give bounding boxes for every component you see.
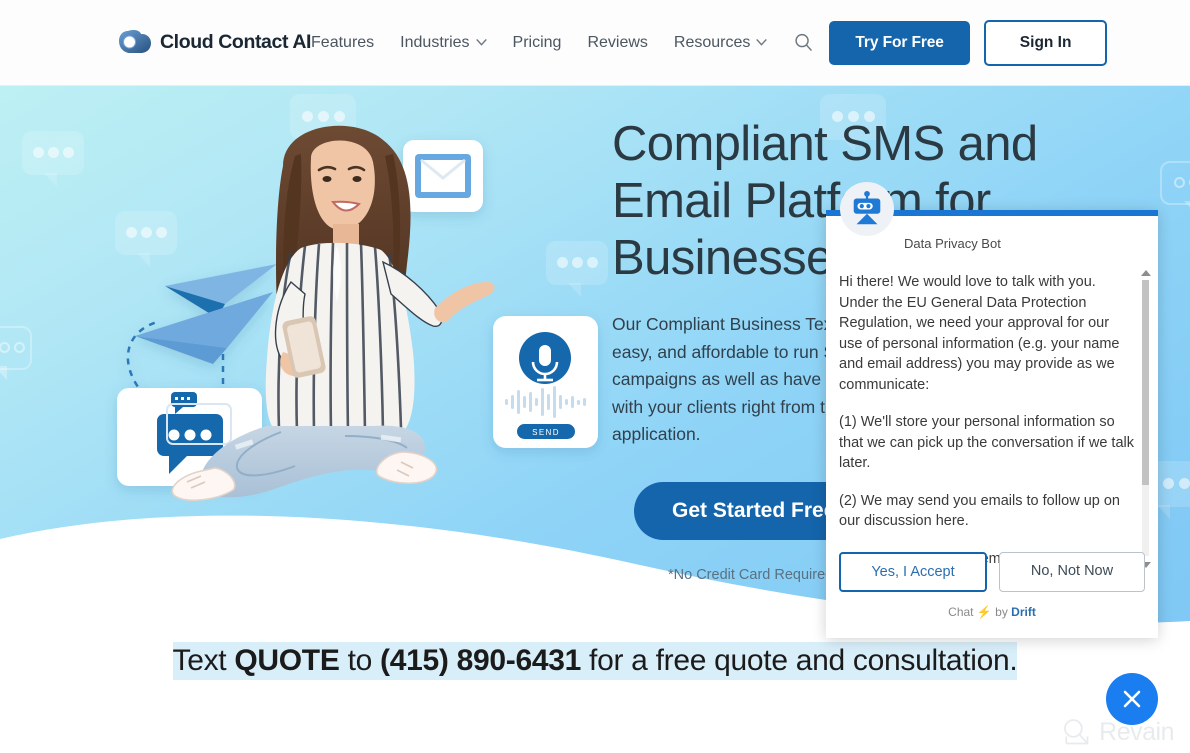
- nav-item-pricing[interactable]: Pricing: [500, 34, 575, 52]
- quote-banner: Text QUOTE to (415) 890-6431 for a free …: [0, 631, 1190, 691]
- paper-plane-icon: [126, 264, 277, 397]
- search-icon[interactable]: [794, 33, 813, 52]
- chat-footer-prefix: Chat: [948, 605, 977, 619]
- nav-item-label: Resources: [673, 33, 751, 51]
- chat-message: Hi there! We would love to talk with you…: [839, 274, 1120, 393]
- scroll-up-arrow-icon[interactable]: [1141, 270, 1151, 276]
- chat-message-list: Hi there! We would love to talk with you…: [826, 262, 1158, 570]
- nav-item-label: Industries: [400, 33, 470, 51]
- accept-button[interactable]: Yes, I Accept: [839, 552, 987, 592]
- quote-keyword: QUOTE: [234, 644, 340, 677]
- svg-text:SEND: SEND: [532, 428, 560, 437]
- chat-message: (1) We'll store your personal informatio…: [839, 414, 1134, 471]
- brand-logo[interactable]: Cloud Contact AI: [118, 28, 311, 58]
- nav-item-resources[interactable]: Resources: [661, 34, 780, 52]
- close-chat-button[interactable]: [1106, 673, 1158, 725]
- drift-chat-widget: Data Privacy Bot Hi there! We would love…: [826, 182, 1158, 638]
- microphone-card: SEND: [493, 316, 598, 448]
- chat-message: (2) We may send you emails to follow up …: [839, 492, 1121, 530]
- quote-prefix: Text: [172, 644, 235, 677]
- brand-name: Cloud Contact AI: [160, 31, 312, 53]
- envelope-icon: [403, 140, 483, 212]
- chevron-down-icon: [475, 39, 487, 46]
- chat-bot-name: Data Privacy Bot: [904, 236, 1001, 251]
- nav-item-label: Reviews: [587, 33, 648, 51]
- nav-item-label: Pricing: [512, 33, 562, 51]
- nav-item-label: Features: [311, 33, 375, 51]
- decorative-chat-bubble: [22, 131, 84, 187]
- headline-line-3: Businesses: [612, 231, 857, 285]
- revain-logo-icon: [1064, 719, 1089, 745]
- chat-scrollbar[interactable]: [1139, 268, 1152, 568]
- robot-avatar-icon: [840, 182, 894, 236]
- try-for-free-button[interactable]: Try For Free: [829, 20, 970, 65]
- nav-item-features[interactable]: Features: [311, 34, 387, 52]
- site-header: Cloud Contact AI Features Industries Pri…: [0, 0, 1190, 86]
- nav-item-industries[interactable]: Industries: [387, 34, 499, 52]
- headline-line-1: Compliant SMS and: [612, 117, 1038, 171]
- search-icon-glyph: [795, 33, 813, 51]
- main-nav: Features Industries Pricing Reviews Reso…: [311, 19, 1108, 66]
- drift-brand-link[interactable]: Drift: [1011, 605, 1036, 619]
- close-icon: [1123, 690, 1141, 708]
- sign-in-button[interactable]: Sign In: [983, 19, 1108, 66]
- quote-suffix: for a free quote and consultation.: [581, 644, 1018, 677]
- quote-middle: to: [339, 644, 381, 677]
- page-root: Cloud Contact AI Features Industries Pri…: [0, 0, 1190, 753]
- cloud-logo-icon: [119, 29, 151, 53]
- chat-consent-actions: Yes, I Accept No, Not Now: [839, 552, 1145, 592]
- decline-button[interactable]: No, Not Now: [999, 552, 1145, 592]
- nav-item-reviews[interactable]: Reviews: [574, 34, 660, 52]
- revain-watermark: Revain: [1061, 717, 1174, 747]
- chat-footer[interactable]: Chat ⚡ by Drift: [826, 605, 1158, 619]
- quote-phone-number[interactable]: (415) 890-6431: [380, 644, 581, 677]
- decorative-chat-bubble: [0, 326, 32, 380]
- chevron-down-icon: [756, 39, 767, 46]
- quote-banner-text: Text QUOTE to (415) 890-6431 for a free …: [172, 642, 1018, 680]
- chat-footer-suffix: by: [991, 605, 1012, 619]
- robot-avatar-glyph: [853, 190, 881, 225]
- bolt-icon: ⚡: [976, 605, 992, 619]
- decorative-chat-bubble: [1160, 161, 1190, 215]
- scrollbar-thumb[interactable]: [1142, 280, 1149, 485]
